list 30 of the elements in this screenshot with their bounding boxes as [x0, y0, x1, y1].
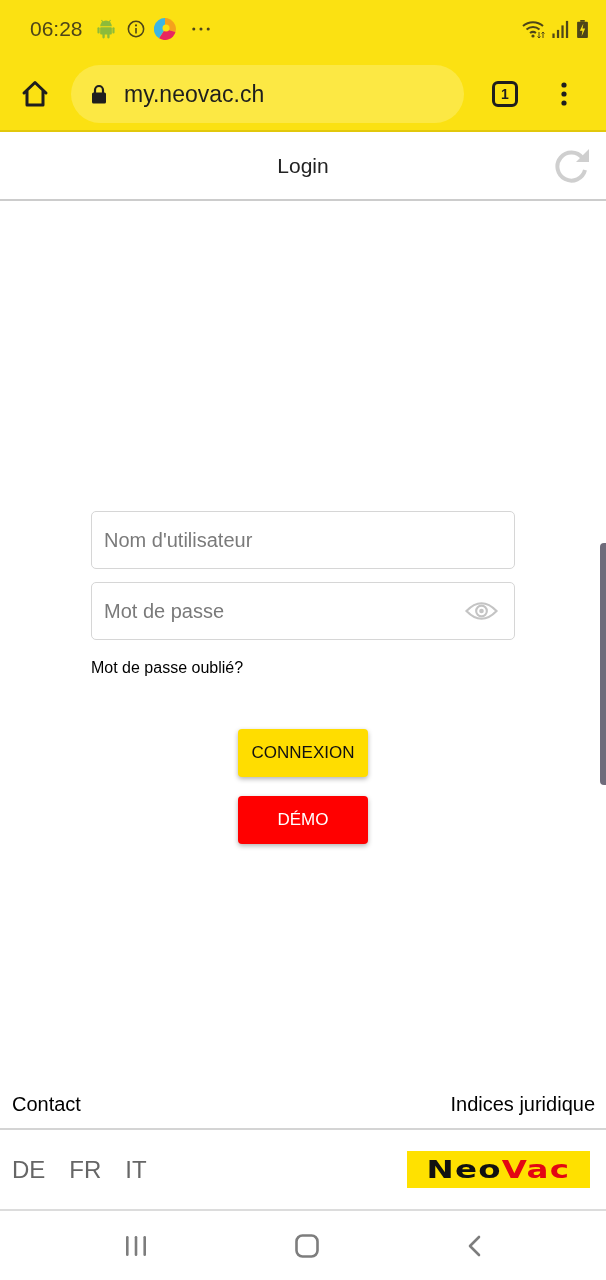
- language-link[interactable]: FR: [69, 1155, 102, 1184]
- android-icon: [96, 19, 115, 39]
- url-text: my.neovac.ch: [124, 80, 265, 108]
- language-link[interactable]: IT: [125, 1155, 147, 1184]
- lock-icon: [91, 84, 107, 104]
- wifi-icon: [522, 19, 546, 39]
- signal-icon: [552, 20, 569, 38]
- login-button[interactable]: CONNEXION: [238, 729, 368, 777]
- info-icon: [126, 20, 145, 38]
- neovac-logo: NeoVac: [407, 1151, 590, 1188]
- back-icon[interactable]: [467, 1234, 481, 1257]
- language-link[interactable]: DE: [12, 1155, 46, 1184]
- legal-notice-link[interactable]: Indices juridique: [450, 1092, 595, 1116]
- home-button-icon[interactable]: [295, 1233, 319, 1258]
- username-field[interactable]: Nom d'utilisateur: [91, 511, 515, 569]
- password-field[interactable]: Mot de passe: [91, 582, 515, 640]
- tab-count-button[interactable]: 1: [492, 81, 518, 107]
- home-icon[interactable]: [21, 80, 49, 108]
- contact-link[interactable]: Contact: [12, 1092, 81, 1116]
- address-bar[interactable]: my.neovac.ch: [71, 65, 464, 123]
- forgot-password-link[interactable]: Mot de passe oublié?: [91, 658, 244, 678]
- edge-panel-handle[interactable]: [600, 543, 606, 785]
- menu-icon[interactable]: [561, 82, 567, 106]
- app-icon: [153, 18, 176, 40]
- status-time: 06:28: [30, 17, 83, 41]
- more-notifications-icon: [191, 27, 210, 31]
- recent-apps-icon[interactable]: [125, 1234, 147, 1257]
- demo-button[interactable]: DÉMO: [238, 796, 368, 844]
- page-title: Login: [277, 153, 329, 178]
- battery-charging-icon: [577, 20, 588, 38]
